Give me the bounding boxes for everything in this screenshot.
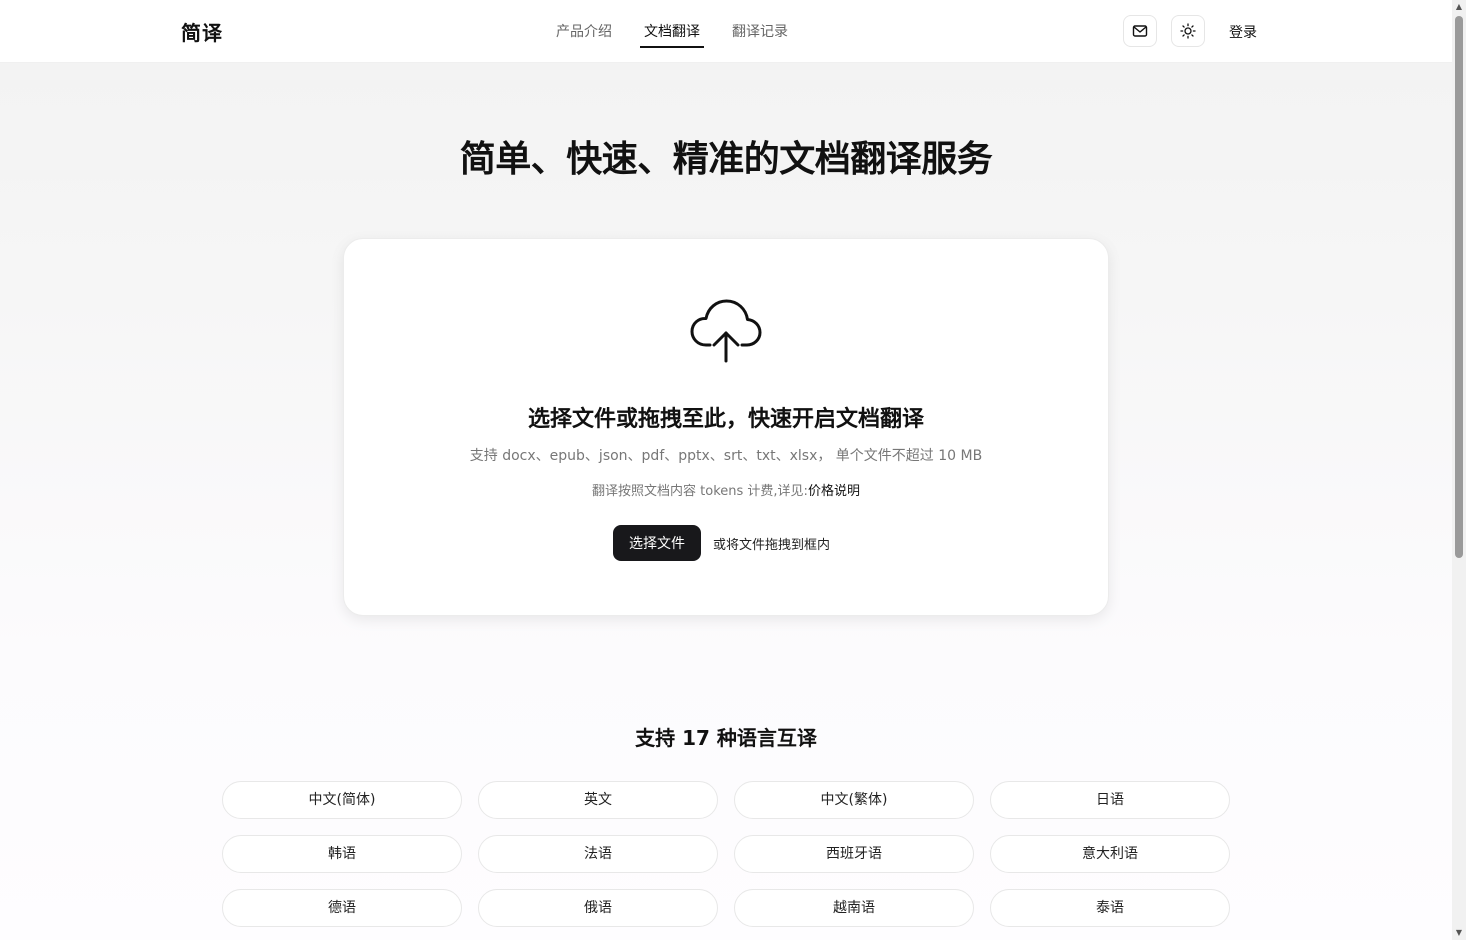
mail-button[interactable] xyxy=(1123,15,1157,47)
language-pill[interactable]: 中文(繁体) xyxy=(734,781,974,819)
choose-file-button[interactable]: 选择文件 xyxy=(613,525,701,561)
nav-translation-history[interactable]: 翻译记录 xyxy=(732,21,788,41)
vertical-scrollbar[interactable]: ▲ ▼ xyxy=(1452,0,1466,940)
pricing-link[interactable]: 价格说明 xyxy=(808,484,860,499)
cloud-upload-icon xyxy=(690,299,762,363)
drag-hint: 或将文件拖拽到框内 xyxy=(713,538,831,553)
active-nav-indicator xyxy=(640,46,704,48)
mail-icon xyxy=(1132,25,1148,37)
hero-title: 简单、快速、精准的文档翻译服务 xyxy=(459,139,993,180)
sun-icon xyxy=(1180,23,1196,39)
upload-dropzone[interactable]: 选择文件或拖拽至此，快速开启文档翻译 支持 docx、epub、json、pdf… xyxy=(343,238,1109,616)
nav-document-translate[interactable]: 文档翻译 xyxy=(644,21,700,41)
language-pill[interactable]: 泰语 xyxy=(990,889,1230,927)
language-pill[interactable]: 韩语 xyxy=(222,835,462,873)
nav-product-intro[interactable]: 产品介绍 xyxy=(556,21,612,41)
login-link[interactable]: 登录 xyxy=(1229,22,1257,42)
language-pill[interactable]: 德语 xyxy=(222,889,462,927)
top-header: 简译 产品介绍 文档翻译 翻译记录 登录 xyxy=(0,0,1452,63)
upload-title: 选择文件或拖拽至此，快速开启文档翻译 xyxy=(527,407,924,432)
scroll-down-arrow[interactable]: ▼ xyxy=(1452,926,1466,940)
language-pill[interactable]: 日语 xyxy=(990,781,1230,819)
pricing-text: 翻译按照文档内容 tokens 计费,详见: xyxy=(592,484,808,499)
language-pill[interactable]: 越南语 xyxy=(734,889,974,927)
theme-toggle-button[interactable] xyxy=(1171,15,1205,47)
language-pill[interactable]: 西班牙语 xyxy=(734,835,974,873)
language-pill[interactable]: 俄语 xyxy=(478,889,718,927)
language-pill[interactable]: 意大利语 xyxy=(990,835,1230,873)
languages-title: 支持 17 种语言互译 xyxy=(635,726,817,750)
language-pill[interactable]: 法语 xyxy=(478,835,718,873)
pricing-note: 翻译按照文档内容 tokens 计费,详见:价格说明 xyxy=(344,480,1108,499)
scroll-up-arrow[interactable]: ▲ xyxy=(1452,0,1466,14)
language-pill[interactable]: 英文 xyxy=(478,781,718,819)
language-pill[interactable]: 中文(简体) xyxy=(222,781,462,819)
page: 简译 产品介绍 文档翻译 翻译记录 登录 简单、快速、精准的文档翻译服务 选择文… xyxy=(0,0,1452,940)
scrollbar-thumb[interactable] xyxy=(1455,16,1463,558)
supported-formats: 支持 docx、epub、json、pdf、pptx、srt、txt、xlsx，… xyxy=(469,448,983,464)
